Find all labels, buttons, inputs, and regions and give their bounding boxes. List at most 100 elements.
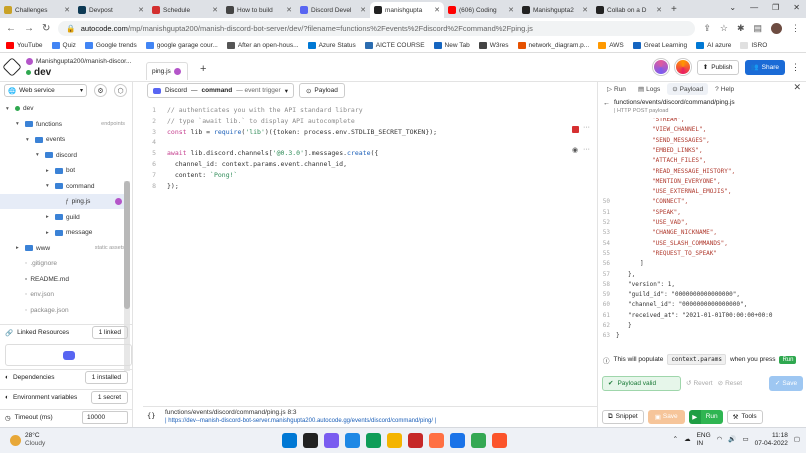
- revert-button[interactable]: ↺ Revert: [686, 379, 713, 388]
- payload-json-line[interactable]: 56]: [598, 260, 644, 270]
- notifications-icon[interactable]: ▢: [794, 436, 800, 444]
- payload-json-line[interactable]: 63}: [598, 332, 620, 342]
- collaborator-avatar[interactable]: [674, 59, 691, 75]
- taskbar-app-icon[interactable]: [408, 433, 423, 448]
- minimize-button[interactable]: —: [750, 3, 758, 12]
- extensions-icon[interactable]: ✱: [737, 23, 745, 34]
- payload-save-button[interactable]: ✓ Save: [769, 375, 803, 391]
- payload-json-line[interactable]: 59 "guild_id": "0000000000000000",: [598, 291, 740, 301]
- publish-button[interactable]: ⬆ Publish: [696, 59, 739, 75]
- sidebar-scrollbar-thumb[interactable]: [124, 181, 130, 309]
- tab-close-icon[interactable]: ✕: [360, 6, 366, 14]
- code-editor[interactable]: Discord — command — event trigger ▾ ⊙ Pa…: [143, 82, 596, 406]
- bookmark-item[interactable]: AI azure: [696, 41, 731, 49]
- browser-tab[interactable]: Discord Devel ✕: [296, 2, 370, 18]
- tab-payload[interactable]: ⊙ Payload: [667, 83, 709, 95]
- payload-json-line[interactable]: 58 "version": 1,: [598, 281, 675, 291]
- bookmark-item[interactable]: AWS: [598, 41, 624, 49]
- tab-help[interactable]: ? Help: [710, 84, 739, 95]
- settings-gear-icon[interactable]: ⚙: [94, 84, 107, 97]
- browser-menu-icon[interactable]: ⋮: [791, 23, 800, 34]
- tree-item[interactable]: ▸ bot: [0, 163, 125, 178]
- dependencies-count[interactable]: 1 installed: [84, 371, 128, 384]
- environment-label[interactable]: dev: [26, 67, 51, 78]
- browser-tab[interactable]: Challenges ✕: [0, 2, 74, 18]
- line-menu-icon[interactable]: ···: [583, 124, 590, 131]
- dependencies-section[interactable]: ◐ Dependencies 1 installed: [0, 369, 133, 385]
- payload-json-line[interactable]: 52 "USE_VAD",: [598, 219, 688, 229]
- browser-tab[interactable]: Manishgupta2 ✕: [518, 2, 592, 18]
- payload-json-line[interactable]: 54 "USE_SLASH_COMMANDS",: [598, 240, 728, 250]
- code-line[interactable]: 1 // authenticates you with the API stand…: [143, 106, 363, 116]
- tab-close-icon[interactable]: ✕: [656, 6, 662, 14]
- tab-logs[interactable]: ▤ Logs: [633, 83, 665, 95]
- discord-resource[interactable]: [5, 344, 132, 366]
- taskbar-app-icon[interactable]: [429, 433, 444, 448]
- maximize-button[interactable]: ❐: [772, 3, 779, 12]
- package-icon[interactable]: ⬡: [114, 84, 127, 97]
- bookmark-item[interactable]: ISRO: [740, 41, 767, 49]
- tree-item[interactable]: ▸ www static assets: [0, 241, 125, 256]
- project-breadcrumb[interactable]: Manishgupta200/manish-discor...: [26, 58, 131, 65]
- code-line[interactable]: 8});: [143, 182, 179, 192]
- payload-json-editor[interactable]: "STREAM", "VIEW_CHANNEL", "SEND_MESSAGES",…: [598, 118, 806, 348]
- env-vars-count[interactable]: 1 secret: [90, 391, 128, 404]
- tree-item[interactable]: ▫ README.md: [0, 272, 125, 287]
- payload-json-line[interactable]: 53 "CHANGE_NICKNAME",: [598, 229, 717, 239]
- bookmark-item[interactable]: W3res: [478, 41, 509, 49]
- profile-avatar[interactable]: [771, 22, 782, 34]
- tab-close-icon[interactable]: ✕: [286, 6, 292, 14]
- payload-json-line[interactable]: 57},: [598, 271, 635, 281]
- battery-icon[interactable]: ▭: [742, 436, 748, 444]
- payload-json-line[interactable]: 50 "CONNECT",: [598, 198, 688, 208]
- taskbar-app-icon[interactable]: [366, 433, 381, 448]
- payload-json-line[interactable]: 51 "SPEAK",: [598, 209, 681, 219]
- payload-json-line[interactable]: "STREAM",: [598, 118, 685, 126]
- service-type-select[interactable]: 🌐 Web service ▾: [4, 84, 87, 97]
- taskbar-app-icon[interactable]: [471, 433, 486, 448]
- tab-run[interactable]: ▷ Run: [602, 83, 631, 95]
- browser-tab[interactable]: (606) Coding ✕: [444, 2, 518, 18]
- forward-arrow-icon[interactable]: →: [24, 23, 34, 34]
- tab-close-icon[interactable]: ✕: [508, 6, 514, 14]
- tree-item[interactable]: ▸ guild: [0, 210, 125, 225]
- language-indicator[interactable]: ENG IN: [697, 432, 711, 448]
- linked-count[interactable]: 1 linked: [91, 326, 128, 339]
- payload-json-line[interactable]: "EMBED_LINKS",: [598, 147, 703, 157]
- eye-icon[interactable]: ◉: [572, 146, 578, 154]
- bookmark-item[interactable]: Great Learning: [632, 41, 687, 49]
- tools-button[interactable]: ⚒ Tools: [726, 409, 763, 424]
- weather-widget[interactable]: 28°C Cloudy: [10, 432, 45, 448]
- tab-close-icon[interactable]: ✕: [582, 6, 588, 14]
- code-line[interactable]: 4: [143, 138, 167, 148]
- tab-close-icon[interactable]: ✕: [434, 6, 440, 14]
- bookmark-item[interactable]: Quiz: [51, 41, 76, 49]
- taskbar-app-icon[interactable]: [387, 433, 402, 448]
- tree-item[interactable]: ▾ discord: [0, 148, 125, 163]
- arrow-left-icon[interactable]: ←: [603, 100, 610, 107]
- browser-tab[interactable]: Schedule ✕: [148, 2, 222, 18]
- close-window-button[interactable]: ✕: [793, 3, 800, 12]
- reading-list-icon[interactable]: ▤: [753, 23, 762, 34]
- browser-tab[interactable]: How to build ✕: [222, 2, 296, 18]
- bookmark-item[interactable]: network_diagram.p...: [517, 41, 589, 49]
- taskbar-app-icon[interactable]: [450, 433, 465, 448]
- tab-close-icon[interactable]: ✕: [64, 6, 70, 14]
- wifi-icon[interactable]: ◠: [717, 436, 723, 444]
- bookmark-icon[interactable]: [572, 126, 579, 133]
- tree-item[interactable]: ▾ command: [0, 179, 125, 194]
- tree-item[interactable]: ƒ ping.js: [0, 194, 125, 209]
- payload-json-line[interactable]: "MENTION_EVERYONE",: [598, 178, 721, 188]
- payload-json-line[interactable]: 62}: [598, 322, 632, 332]
- code-line[interactable]: 3 const lib = require('lib')({token: proc…: [143, 128, 437, 138]
- payload-json-line[interactable]: "SEND_MESSAGES",: [598, 137, 710, 147]
- payload-json-line[interactable]: "USE_EXTERNAL_EMOJIS",: [598, 188, 731, 198]
- file-tab-ping[interactable]: ping.js: [146, 62, 188, 80]
- chevron-up-icon[interactable]: ⌃: [673, 436, 678, 444]
- volume-icon[interactable]: 🔊: [728, 436, 736, 444]
- bookmark-item[interactable]: AICTE COURSE: [364, 41, 425, 49]
- more-options-icon[interactable]: ⋮: [791, 62, 800, 73]
- tree-item[interactable]: ▾ events: [0, 132, 125, 147]
- payload-button[interactable]: ⊙ Payload: [298, 83, 345, 98]
- save-button[interactable]: ▣ Save: [647, 409, 685, 424]
